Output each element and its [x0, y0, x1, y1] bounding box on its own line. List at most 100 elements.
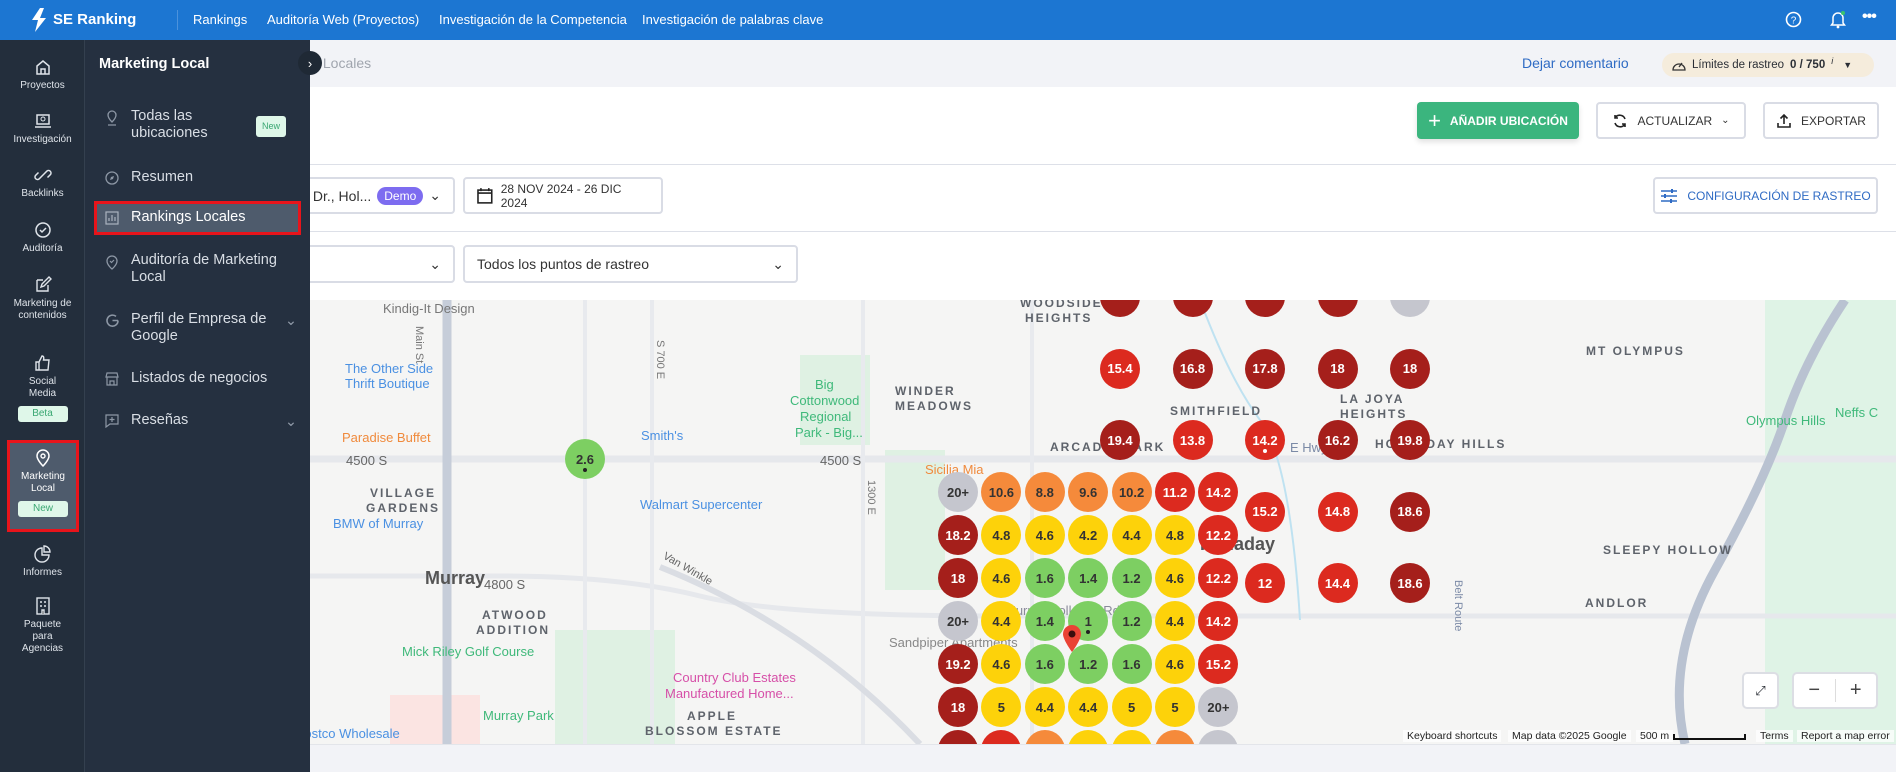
nav-investigacion-competencia[interactable]: Investigación de la Competencia	[439, 12, 627, 27]
ranking-point[interactable]: 11.2	[1155, 472, 1195, 512]
ranking-point[interactable]: 1.6	[1024, 644, 1065, 684]
breadcrumb-bar: s Locales Dejar comentario Límites de ra…	[310, 40, 1896, 87]
ranking-point[interactable]: 2.6	[565, 439, 605, 479]
terms-link[interactable]: Terms	[1756, 730, 1793, 742]
ranking-point[interactable]: 5	[1111, 687, 1152, 727]
export-button[interactable]: EXPORTAR	[1763, 102, 1879, 139]
map-label: Costco Wholesale	[295, 726, 400, 741]
info-icon[interactable]: i	[1831, 56, 1833, 66]
nav-rankings[interactable]: Rankings	[193, 12, 247, 27]
ranking-point[interactable]: 19.8	[1390, 420, 1430, 460]
ranking-value: 4.6	[1165, 570, 1185, 586]
ranking-point[interactable]: 19.2	[938, 644, 978, 684]
ranking-point[interactable]: 16.8	[1172, 348, 1213, 389]
rail-label: Social Media	[28, 376, 57, 399]
map-label: 4500 S	[820, 453, 862, 468]
ranking-point[interactable]: 18	[1317, 348, 1358, 389]
brand-name[interactable]: SE Ranking	[53, 11, 136, 28]
ranking-point[interactable]: 1.6	[1024, 558, 1065, 598]
ranking-value: 10.6	[988, 484, 1015, 500]
rail-item-marketing-contenidos[interactable]: Marketing de contenidos	[0, 276, 85, 322]
ranking-point[interactable]: 15.4	[1100, 348, 1140, 389]
more-icon[interactable]: •••	[1862, 8, 1877, 26]
ranking-point[interactable]: 14.4	[1317, 563, 1358, 603]
ranking-point[interactable]: 4.8	[1155, 515, 1195, 555]
crawl-settings-button[interactable]: CONFIGURACIÓN DE RASTREO	[1653, 177, 1878, 214]
ranking-point[interactable]: 12	[1245, 563, 1285, 603]
ranking-value: 5	[1127, 699, 1136, 715]
ranking-point[interactable]: 5	[1155, 687, 1195, 727]
ranking-point[interactable]: 4.4	[1024, 687, 1065, 727]
ranking-point[interactable]: 19.4	[1100, 420, 1140, 460]
ranking-point[interactable]: 20+	[938, 472, 978, 512]
panel-item-todas-ubicaciones[interactable]: Todas las ubicaciones New	[105, 108, 305, 148]
tracking-points-selector[interactable]: Todos los puntos de rastreo ⌄	[463, 245, 798, 283]
ranking-point[interactable]: 18.2	[938, 515, 978, 555]
map-label: Main St	[413, 326, 425, 364]
ranking-point[interactable]: 14.8	[1317, 491, 1358, 532]
ranking-point[interactable]: 1.2	[1111, 558, 1152, 598]
rail-label: Marketing de contenidos	[13, 298, 72, 321]
help-icon[interactable]: ?	[1785, 11, 1802, 28]
crawl-limits-pill[interactable]: Límites de rastreo 0 / 750 i ▼	[1662, 53, 1874, 77]
feedback-link[interactable]: Dejar comentario	[1522, 55, 1629, 71]
ranking-point[interactable]: 18.6	[1390, 491, 1430, 532]
upload-icon	[1777, 113, 1791, 128]
refresh-button[interactable]: ACTUALIZAR ⌄	[1596, 102, 1746, 139]
ranking-point[interactable]: 1.4	[1068, 558, 1109, 598]
rail-item-paquete-agencias[interactable]: Paquete para Agencias	[0, 597, 85, 655]
ranking-point[interactable]: 18	[1390, 348, 1430, 389]
collapse-panel-button[interactable]: ›	[298, 51, 322, 75]
date-range-picker[interactable]: 28 NOV 2024 - 26 DIC 2024	[463, 177, 663, 214]
rail-item-investigacion[interactable]: Investigación	[0, 112, 85, 146]
ranking-point[interactable]: 18	[938, 558, 978, 598]
rail-item-proyectos[interactable]: Proyectos	[0, 58, 85, 92]
ranking-point[interactable]: 4.6	[1024, 515, 1065, 555]
zoom-controls: − +	[1792, 672, 1878, 709]
fullscreen-button[interactable]: ⤢	[1742, 672, 1779, 709]
ranking-point[interactable]: 16.2	[1317, 420, 1358, 460]
nav-investigacion-palabras[interactable]: Investigación de palabras clave	[642, 12, 823, 27]
business-pin-icon[interactable]	[1062, 625, 1082, 653]
ranking-point[interactable]: 8.8	[1024, 472, 1065, 512]
map-label: APPLE	[687, 709, 738, 723]
ranking-point[interactable]: 4.6	[1155, 644, 1195, 684]
ranking-point[interactable]: 17.8	[1245, 348, 1285, 389]
ranking-point[interactable]: 9.6	[1068, 472, 1109, 512]
chevron-down-icon: ⌄	[429, 255, 441, 272]
ranking-point[interactable]: 15.2	[1245, 491, 1285, 532]
keyboard-shortcuts-link[interactable]: Keyboard shortcuts	[1403, 730, 1502, 742]
zoom-out-button[interactable]: −	[1794, 679, 1836, 702]
ranking-point[interactable]: 1.2	[1111, 601, 1152, 641]
ranking-value: 20+	[1207, 699, 1230, 715]
ranking-point[interactable]: 4.4	[1155, 601, 1195, 641]
rail-item-informes[interactable]: Informes	[0, 545, 85, 579]
chevron-down-icon[interactable]: ⌄	[285, 414, 297, 431]
ranking-point[interactable]: 4.6	[1155, 558, 1195, 598]
ranking-point[interactable]: 10.2	[1111, 472, 1152, 512]
ranking-point[interactable]: 4.2	[1068, 515, 1109, 555]
ranking-value: 20+	[946, 484, 970, 500]
ranking-point[interactable]: 4.4	[1068, 687, 1109, 727]
panel-item-rankings-locales[interactable]: Rankings Locales	[94, 201, 301, 235]
ranking-point[interactable]: 1.6	[1111, 644, 1152, 684]
rail-item-backlinks[interactable]: Backlinks	[0, 166, 85, 200]
rail-item-social-media[interactable]: Social Media Beta	[0, 354, 85, 422]
ranking-point[interactable]: 18	[938, 687, 978, 727]
chevron-down-icon[interactable]: ⌄	[285, 313, 297, 330]
rail-item-marketing-local[interactable]: Marketing Local New	[7, 440, 79, 532]
ranking-point[interactable]: 14.2	[1245, 420, 1285, 460]
ranking-point[interactable]: 18.6	[1390, 563, 1430, 603]
ranking-point[interactable]: 4.4	[1111, 515, 1152, 555]
bell-icon[interactable]	[1829, 10, 1847, 29]
zoom-in-button[interactable]: +	[1836, 679, 1877, 702]
rail-item-auditoria[interactable]: Auditoría	[0, 221, 85, 255]
ranking-point[interactable]: 20+	[938, 601, 978, 641]
add-location-button[interactable]: + AÑADIR UBICACIÓN	[1417, 102, 1579, 139]
map-label: Paradise Buffet	[342, 430, 431, 445]
ranking-value: 4.4	[992, 613, 1011, 629]
ranking-point[interactable]: 1.4	[1024, 601, 1065, 641]
report-map-error-link[interactable]: Report a map error	[1797, 730, 1894, 742]
nav-auditoria-web[interactable]: Auditoría Web (Proyectos)	[267, 12, 419, 27]
ranking-point[interactable]: 13.8	[1172, 420, 1213, 460]
